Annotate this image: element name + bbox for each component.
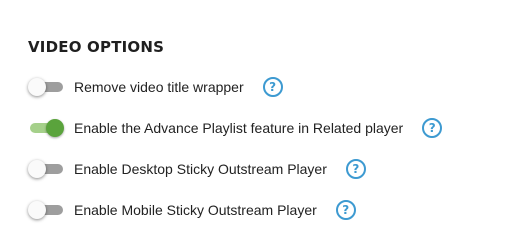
mobile-sticky-outstream-toggle[interactable] — [28, 200, 64, 220]
toggle-knob — [28, 201, 46, 219]
option-label: Enable Mobile Sticky Outstream Player — [74, 202, 317, 218]
advance-playlist-toggle[interactable] — [28, 118, 64, 138]
question-circle-icon[interactable]: ? — [422, 118, 443, 138]
option-remove-video-title-wrapper: Remove video title wrapper ? — [28, 76, 498, 98]
toggle-knob — [28, 78, 46, 96]
option-advance-playlist: Enable the Advance Playlist feature in R… — [28, 117, 498, 139]
section-title: VIDEO OPTIONS — [28, 38, 165, 56]
question-circle-icon[interactable]: ? — [345, 159, 366, 179]
option-label: Remove video title wrapper — [74, 79, 244, 95]
remove-title-wrapper-toggle[interactable] — [28, 77, 64, 97]
toggle-knob — [46, 119, 64, 137]
option-label: Enable the Advance Playlist feature in R… — [74, 120, 404, 136]
video-options-section: VIDEO OPTIONS Remove video title wrapper… — [28, 36, 498, 221]
option-mobile-sticky-outstream: Enable Mobile Sticky Outstream Player ? — [28, 199, 498, 221]
desktop-sticky-outstream-toggle[interactable] — [28, 159, 64, 179]
question-circle-icon[interactable]: ? — [335, 200, 356, 220]
option-desktop-sticky-outstream: Enable Desktop Sticky Outstream Player ? — [28, 158, 498, 180]
toggle-knob — [28, 160, 46, 178]
option-label: Enable Desktop Sticky Outstream Player — [74, 161, 327, 177]
question-circle-icon[interactable]: ? — [262, 77, 283, 97]
